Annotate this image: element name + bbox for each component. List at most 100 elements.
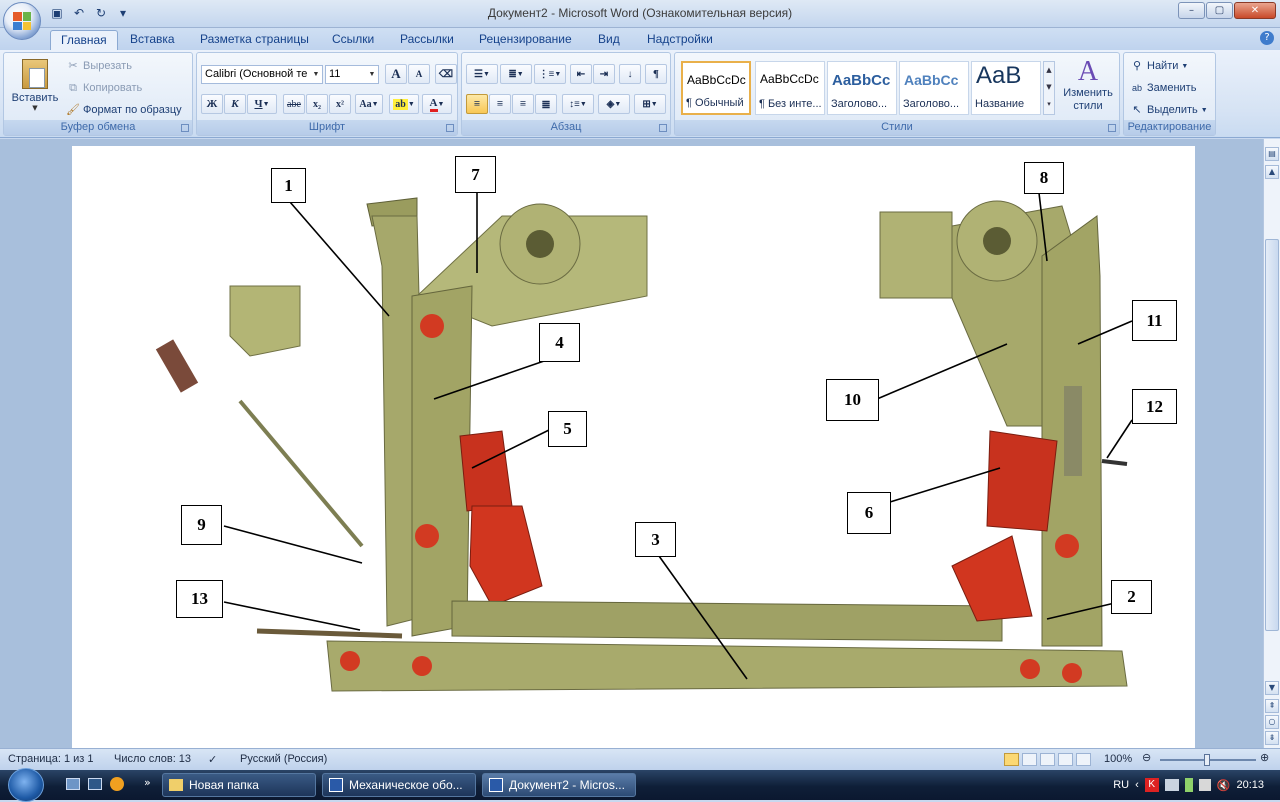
styles-scroll[interactable]: ▲ ▼ ▾ — [1043, 61, 1055, 115]
show-marks-button[interactable]: ¶ — [645, 64, 667, 84]
language-indicator[interactable]: Русский (Россия) — [240, 753, 327, 765]
tab-home[interactable]: Главная — [50, 30, 118, 50]
line-spacing-button[interactable]: ↕≡ ▼ — [562, 94, 594, 114]
borders-button[interactable]: ⊞ ▼ — [634, 94, 666, 114]
safely-remove-icon[interactable] — [1198, 779, 1211, 791]
tab-references[interactable]: Ссылки — [322, 30, 384, 50]
style-name: Заголово... — [831, 98, 888, 110]
format-painter-button[interactable]: 🖌 Формат по образцу — [66, 103, 182, 117]
cut-button[interactable]: ✂ Вырезать — [66, 59, 132, 73]
network-icon[interactable] — [1164, 779, 1179, 791]
word-count[interactable]: Число слов: 13 — [114, 753, 191, 765]
replace-button[interactable]: ab Заменить — [1130, 81, 1196, 95]
vertical-scrollbar[interactable]: ▤ ▲ ▼ ⇞ ○ ⇟ — [1263, 139, 1280, 748]
dialog-launcher-icon[interactable] — [1108, 124, 1116, 132]
tab-review[interactable]: Рецензирование — [469, 30, 582, 50]
zoom-slider-thumb[interactable] — [1204, 754, 1210, 766]
battery-icon[interactable] — [1184, 778, 1193, 792]
minimize-button[interactable]: – — [1178, 2, 1205, 19]
increase-indent-button[interactable]: ⇥ — [593, 64, 615, 84]
clock[interactable]: 20:13 — [1236, 779, 1264, 791]
copy-button[interactable]: ⧉ Копировать — [66, 81, 142, 95]
task-new-folder[interactable]: Новая папка — [162, 773, 316, 797]
previous-page-icon[interactable]: ⇞ — [1265, 699, 1279, 713]
style-no-spacing[interactable]: AaBbCcDc ¶ Без инте... — [755, 61, 825, 115]
show-desktop-icon[interactable] — [66, 778, 80, 790]
web-layout-icon[interactable] — [1040, 753, 1055, 766]
font-color-button[interactable]: A ▼ — [422, 94, 452, 114]
dialog-launcher-icon[interactable] — [446, 124, 454, 132]
next-page-icon[interactable]: ⇟ — [1265, 731, 1279, 745]
draft-view-icon[interactable] — [1076, 753, 1091, 766]
scroll-down-icon[interactable]: ▼ — [1265, 681, 1279, 695]
close-button[interactable]: ✕ — [1234, 2, 1276, 19]
scroll-up-icon[interactable]: ▲ — [1265, 165, 1279, 179]
ruler-toggle-icon[interactable]: ▤ — [1265, 147, 1279, 161]
task-mechanical-doc[interactable]: Механическое обо... — [322, 773, 476, 797]
bullets-button[interactable]: ☰ ▼ — [466, 64, 498, 84]
select-label: Выделить — [1147, 104, 1198, 116]
find-button[interactable]: ⚲ Найти ▼ — [1130, 59, 1188, 73]
media-player-icon[interactable] — [110, 777, 124, 791]
switch-windows-icon[interactable] — [88, 778, 102, 790]
scroll-thumb[interactable] — [1265, 239, 1279, 631]
zoom-in-icon[interactable]: ⊕ — [1260, 751, 1269, 764]
change-styles-button[interactable]: A Изменить стили — [1059, 57, 1117, 119]
style-normal[interactable]: AaBbCcDc ¶ Обычный — [681, 61, 751, 115]
outline-view-icon[interactable] — [1058, 753, 1073, 766]
print-layout-icon[interactable] — [1004, 753, 1019, 766]
style-title[interactable]: AaB Название — [971, 61, 1041, 115]
language-bar[interactable]: RU — [1113, 779, 1129, 791]
clear-formatting-button[interactable]: ⌫ — [435, 64, 457, 84]
tray-expand-icon[interactable]: ‹ — [1135, 779, 1139, 791]
subscript-button[interactable]: x₂ — [306, 94, 328, 114]
align-center-button[interactable]: ≡ — [489, 94, 511, 114]
help-icon[interactable]: ? — [1260, 31, 1274, 45]
full-screen-reading-icon[interactable] — [1022, 753, 1037, 766]
quick-launch-more-icon[interactable]: » — [144, 776, 151, 789]
grow-font-button[interactable]: A — [385, 64, 407, 84]
decrease-indent-button[interactable]: ⇤ — [570, 64, 592, 84]
antivirus-icon[interactable]: K — [1144, 778, 1159, 792]
maximize-button[interactable]: ▢ — [1206, 2, 1233, 19]
justify-button[interactable]: ≣ — [535, 94, 557, 114]
dialog-launcher-icon[interactable] — [181, 124, 189, 132]
page-count[interactable]: Страница: 1 из 1 — [8, 753, 94, 765]
proofing-icon[interactable]: ✓ — [208, 753, 217, 766]
numbering-button[interactable]: ≣ ▼ — [500, 64, 532, 84]
align-left-button[interactable]: ≡ — [466, 94, 488, 114]
office-button[interactable] — [3, 2, 41, 40]
tab-mailings[interactable]: Рассылки — [390, 30, 464, 50]
zoom-level[interactable]: 100% — [1104, 753, 1132, 765]
highlight-button[interactable]: ab ▼ — [389, 94, 419, 114]
tab-insert[interactable]: Вставка — [120, 30, 185, 50]
paste-button[interactable]: Вставить ▼ — [8, 57, 62, 117]
sort-button[interactable]: ↓ — [619, 64, 641, 84]
superscript-button[interactable]: x² — [329, 94, 351, 114]
font-size-select[interactable]: 11 ▼ — [325, 65, 379, 84]
browse-object-icon[interactable]: ○ — [1265, 715, 1279, 729]
select-button[interactable]: ↖ Выделить ▼ — [1130, 103, 1207, 117]
shading-button[interactable]: ◈ ▼ — [598, 94, 630, 114]
shrink-font-button[interactable]: A — [408, 64, 430, 84]
sound-muted-icon[interactable]: 🔇 — [1217, 779, 1231, 792]
tab-addins[interactable]: Надстройки — [637, 30, 723, 50]
tab-page-layout[interactable]: Разметка страницы — [190, 30, 319, 50]
multilevel-list-button[interactable]: ⋮≡ ▼ — [534, 64, 566, 84]
style-heading-1[interactable]: AaBbCc Заголово... — [827, 61, 897, 115]
font-name-select[interactable]: Calibri (Основной те ▼ — [201, 65, 323, 84]
italic-button[interactable]: К — [224, 94, 246, 114]
style-heading-2[interactable]: AaBbCc Заголово... — [899, 61, 969, 115]
align-right-button[interactable]: ≡ — [512, 94, 534, 114]
dialog-launcher-icon[interactable] — [659, 124, 667, 132]
bold-button[interactable]: Ж — [201, 94, 223, 114]
strikethrough-button[interactable]: abe — [283, 94, 305, 114]
document-page[interactable]: 1 2 3 4 5 6 7 8 9 10 11 12 13 — [72, 146, 1195, 748]
zoom-out-icon[interactable]: ⊖ — [1142, 751, 1151, 764]
change-case-button[interactable]: Aa ▼ — [355, 94, 383, 114]
tab-view[interactable]: Вид — [588, 30, 630, 50]
zoom-slider[interactable] — [1160, 754, 1256, 766]
task-document2[interactable]: Документ2 - Micros... — [482, 773, 636, 797]
start-button[interactable] — [8, 768, 44, 802]
underline-button[interactable]: Ч ▼ — [247, 94, 277, 114]
